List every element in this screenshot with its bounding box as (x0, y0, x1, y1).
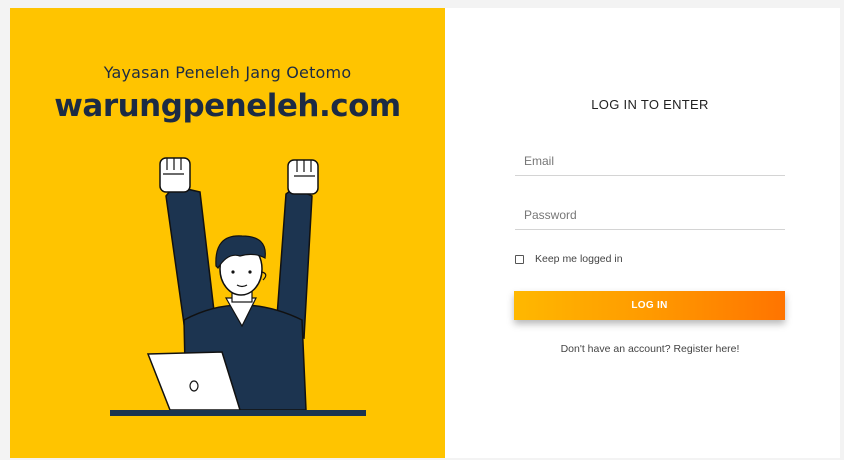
login-panel: LOG IN TO ENTER Keep me logged in LOG IN… (445, 8, 840, 458)
email-input[interactable] (515, 146, 785, 175)
hero-title: warungpeneleh.com (54, 88, 401, 124)
keep-logged-in-label: Keep me logged in (535, 253, 623, 265)
left-fist (159, 157, 191, 193)
page-frame: Yayasan Peneleh Jang Oetomo warungpenele… (10, 8, 840, 458)
keep-logged-in-row[interactable]: Keep me logged in (515, 253, 623, 265)
keep-logged-in-checkbox[interactable] (515, 254, 524, 264)
password-field-wrapper (515, 200, 785, 230)
desk (110, 410, 366, 416)
celebrating-man-illustration (110, 157, 366, 416)
password-input[interactable] (515, 200, 785, 229)
right-fist (287, 159, 319, 195)
register-link[interactable]: Don't have an account? Register here! (505, 343, 795, 355)
login-button[interactable]: LOG IN (514, 291, 785, 320)
login-heading: LOG IN TO ENTER (591, 97, 709, 112)
email-field-wrapper (515, 146, 785, 176)
hero-subtitle: Yayasan Peneleh Jang Oetomo (103, 63, 352, 82)
hero-panel: Yayasan Peneleh Jang Oetomo warungpenele… (10, 8, 445, 458)
